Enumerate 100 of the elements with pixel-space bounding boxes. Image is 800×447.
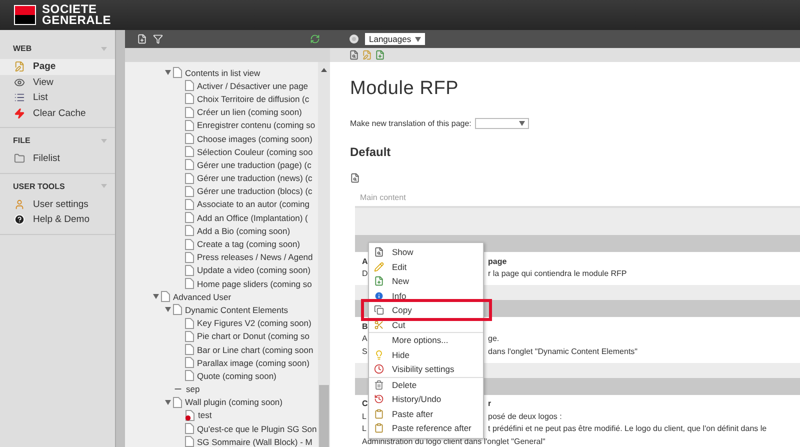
element-text: posé de deux logos :: [488, 412, 562, 421]
expand-caret-icon: [164, 70, 170, 76]
new-page-icon[interactable]: [375, 50, 385, 60]
lightning-icon: [14, 108, 25, 119]
scrollbar[interactable]: [318, 62, 330, 447]
element-text: dans l'onglet "Dynamic Content Elements": [488, 346, 638, 356]
tree-item[interactable]: Press releases / News / Agend: [174, 250, 318, 264]
module-item[interactable]: List: [0, 90, 115, 106]
tree-item[interactable]: sep: [162, 382, 318, 396]
caret-icon: [415, 36, 422, 42]
tree-item[interactable]: Contents in list view: [162, 66, 318, 80]
menu-item[interactable]: Edit: [369, 260, 483, 274]
tree-item[interactable]: test: [174, 408, 318, 422]
tree-item[interactable]: Gérer une traduction (news) (c: [174, 172, 318, 185]
tree-item[interactable]: Add a Bio (coming soon): [174, 224, 318, 238]
module-item[interactable]: Clear Cache: [0, 106, 115, 121]
tree-item[interactable]: Update a video (coming soon): [174, 264, 318, 277]
refresh-icon[interactable]: [310, 34, 320, 44]
element-text: L: [362, 424, 366, 434]
tree-item[interactable]: Qu'est-ce que le Plugin SG Son: [174, 422, 318, 436]
tree-item[interactable]: Gérer une traduction (page) (c: [174, 158, 318, 172]
tree-item[interactable]: Home page sliders (coming so: [174, 277, 318, 290]
page-icon: [185, 318, 194, 329]
caret-icon: [519, 121, 526, 126]
page-icon: [185, 93, 194, 104]
element-text: r la page qui contiendra le module RFP: [488, 269, 627, 278]
scroll-thumb[interactable]: [319, 385, 329, 447]
tree-item[interactable]: Sélection Couleur (coming soo: [174, 145, 318, 158]
tree-item[interactable]: Créer un lien (coming soon): [174, 106, 318, 119]
filter-icon[interactable]: [153, 34, 163, 44]
lightbulb-icon: [374, 350, 384, 360]
element-text: A: [362, 334, 368, 344]
page-icon: [173, 67, 182, 78]
languages-dropdown[interactable]: Languages: [365, 33, 426, 45]
menu-item[interactable]: Delete: [369, 376, 483, 392]
element-text: ge.: [488, 334, 500, 344]
section-title: FILE: [13, 136, 30, 145]
tree-item[interactable]: Parallax image (coming soon): [174, 356, 318, 370]
expand-caret-icon: [164, 400, 170, 405]
tree-item[interactable]: Dynamic Content Elements: [162, 303, 318, 317]
menu-item[interactable]: New: [369, 274, 483, 288]
view-page-icon[interactable]: [350, 173, 360, 183]
menu-item[interactable]: Cut: [369, 318, 483, 332]
module-item[interactable]: Page: [0, 59, 115, 74]
menu-item[interactable]: Copy: [369, 303, 483, 318]
tree-item[interactable]: Pie chart or Donut (coming so: [174, 330, 318, 343]
view-page-icon[interactable]: [349, 50, 359, 60]
info-icon: [374, 290, 384, 301]
tree-item[interactable]: Associate to an autor (coming: [174, 198, 318, 212]
page-icon: [185, 252, 194, 263]
tree-item[interactable]: Key Figures V2 (coming soon): [174, 316, 318, 330]
tree-item[interactable]: Wall plugin (coming soon): [162, 396, 318, 409]
page-icon: [185, 133, 194, 144]
menu-item[interactable]: Paste after: [369, 406, 483, 421]
tree-item[interactable]: Choix Territoire de diffusion (c: [174, 92, 318, 106]
menu-item[interactable]: Info: [369, 288, 483, 303]
page-locked-icon: [185, 410, 195, 421]
menu-item[interactable]: Visibility settings: [369, 362, 483, 376]
tree-item[interactable]: Add an Office (Implantation) (: [174, 211, 318, 224]
element-text: page: [488, 256, 507, 266]
tree-item[interactable]: Advanced User: [150, 290, 318, 304]
tree-item[interactable]: Gérer une traduction (blocs) (c: [174, 184, 318, 198]
menu-item[interactable]: Paste reference after: [369, 421, 483, 436]
page-icon: [185, 172, 194, 184]
scrollbar[interactable]: [115, 30, 125, 447]
page-icon: [185, 198, 194, 210]
trash-icon: [374, 380, 384, 390]
page-title: Module RFP: [350, 78, 460, 100]
menu-item[interactable]: More options...: [369, 332, 483, 348]
module-item[interactable]: View: [0, 74, 115, 90]
tree-item[interactable]: Create a tag (coming soon): [174, 237, 318, 251]
page-icon: [185, 159, 194, 170]
section-title: USER TOOLS: [13, 182, 65, 190]
tree-item[interactable]: Activer / Désactiver une page: [174, 79, 318, 92]
eye-icon: [14, 76, 25, 88]
clock-icon: [374, 364, 384, 374]
tree-item[interactable]: Choose images (coming soon): [174, 132, 318, 146]
logo-icon: [14, 5, 36, 25]
scroll-up-icon[interactable]: [321, 68, 327, 72]
tree-item[interactable]: Quote (coming soon): [174, 369, 318, 382]
element-text: A: [362, 256, 368, 266]
translation-select[interactable]: [475, 118, 530, 129]
page-plus-icon: [374, 276, 384, 286]
module-item[interactable]: Filelist: [0, 151, 115, 166]
module-item[interactable]: Help & Demo: [0, 212, 115, 228]
page-icon: [185, 238, 194, 250]
tree-item[interactable]: Bar or Line chart (coming soon: [174, 342, 318, 356]
module-item[interactable]: User settings: [0, 196, 115, 212]
tree-item[interactable]: Enregistrer contenu (coming so: [174, 118, 318, 132]
page-search-icon: [374, 247, 384, 258]
page-icon: [185, 423, 194, 434]
page-icon: [161, 291, 170, 302]
page-icon: [185, 278, 194, 290]
menu-item[interactable]: History/Undo: [369, 392, 483, 406]
pencil-icon: [374, 262, 384, 272]
menu-item[interactable]: Hide: [369, 348, 483, 362]
expand-caret-icon: [164, 307, 170, 312]
page-icon: [173, 396, 182, 408]
menu-item[interactable]: Show: [369, 245, 483, 260]
tree-item[interactable]: SG Sommaire (Wall Block) - M: [174, 435, 318, 447]
